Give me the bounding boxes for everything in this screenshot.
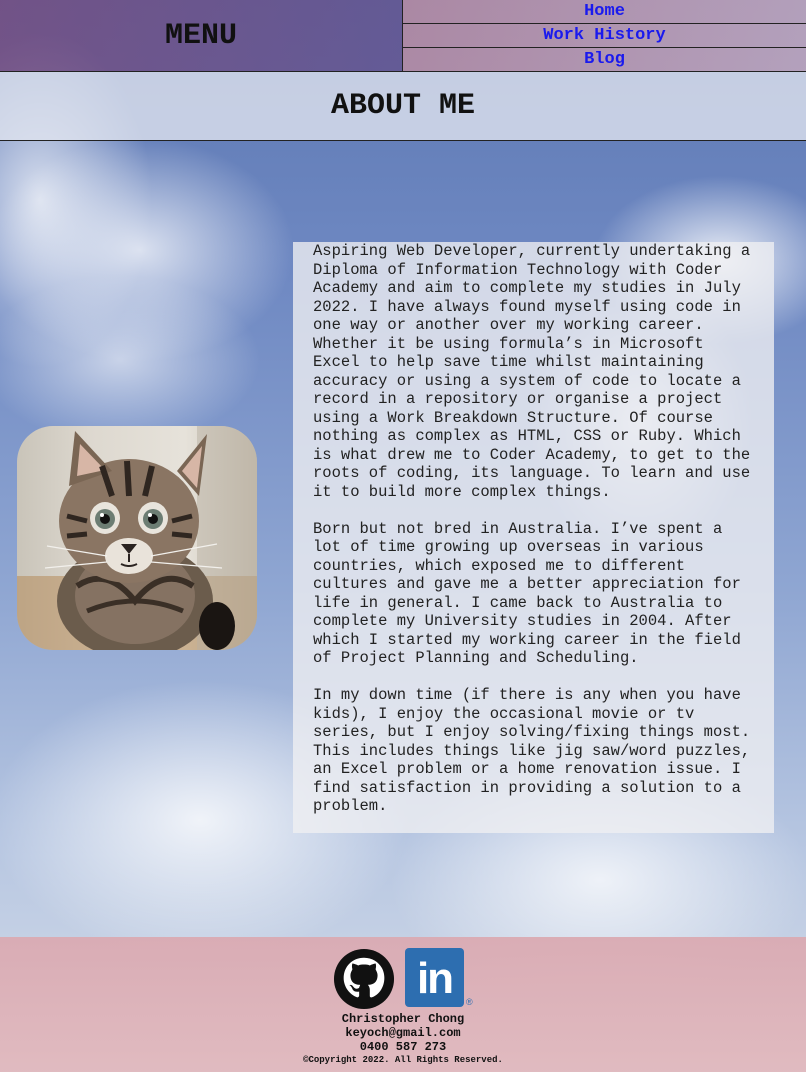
menu-panel: MENU: [0, 0, 403, 71]
about-heading-band: ABOUT ME: [0, 72, 806, 141]
linkedin-link[interactable]: in: [405, 948, 464, 1007]
about-text-card: Aspiring Web Developer, currently undert…: [293, 242, 774, 833]
nav-link-home[interactable]: Home: [403, 0, 806, 24]
github-icon: [333, 948, 395, 1010]
footer-phone: 0400 587 273: [359, 1040, 447, 1054]
registered-mark-icon: ®: [466, 997, 473, 1007]
menu-title: MENU: [164, 18, 237, 53]
footer-email: keyoch@gmail.com: [345, 1026, 461, 1040]
profile-photo: [17, 426, 257, 650]
main-nav: Home Work History Blog: [403, 0, 806, 71]
site-header: MENU Home Work History Blog: [0, 0, 806, 72]
kitten-image: [17, 426, 257, 650]
github-link[interactable]: [333, 948, 395, 1010]
nav-link-work-history[interactable]: Work History: [403, 24, 806, 48]
about-paragraph-1: Aspiring Web Developer, currently undert…: [313, 242, 751, 501]
nav-link-blog[interactable]: Blog: [403, 48, 806, 71]
site-footer: in ® Christopher Chong keyoch@gmail.com …: [0, 937, 806, 1072]
footer-name: Christopher Chong: [341, 1012, 465, 1026]
footer-copyright: ©Copyright 2022. All Rights Reserved.: [303, 1055, 503, 1065]
page-title: ABOUT ME: [330, 89, 476, 123]
linkedin-icon: in: [416, 954, 454, 1003]
about-paragraph-3: In my down time (if there is any when yo…: [313, 686, 751, 815]
about-paragraph-2: Born but not bred in Australia. I’ve spe…: [313, 519, 741, 668]
